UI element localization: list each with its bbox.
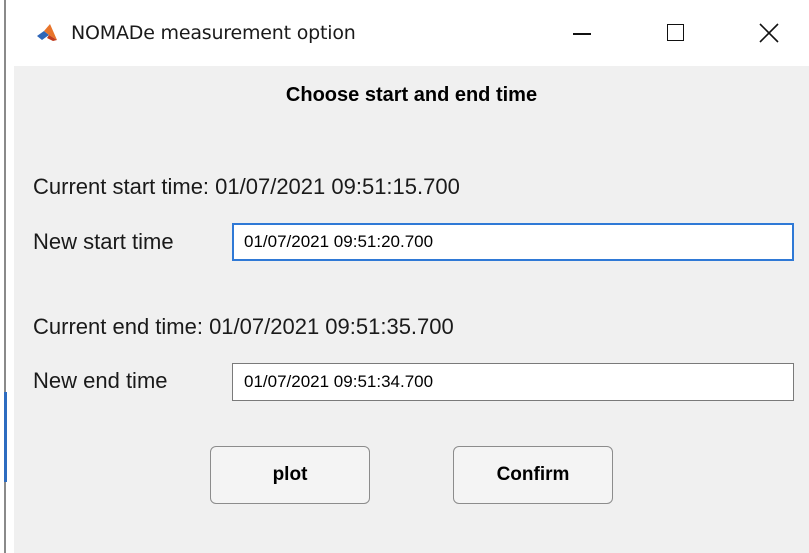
new-start-time-input[interactable]	[232, 223, 794, 261]
window-title: NOMADe measurement option	[71, 22, 356, 44]
plot-button[interactable]: plot	[210, 446, 370, 504]
background-window-accent	[4, 392, 7, 482]
dialog-heading: Choose start and end time	[285, 84, 538, 106]
current-start-time-text: Current start time: 01/07/2021 09:51:15.…	[33, 174, 460, 199]
new-end-time-input[interactable]	[232, 363, 794, 401]
background-window-edge	[0, 0, 14, 553]
new-start-time-label: New start time	[33, 229, 174, 254]
confirm-button[interactable]: Confirm	[453, 446, 613, 504]
maximize-icon	[667, 24, 684, 41]
matlab-logo-icon	[37, 24, 57, 41]
title-bar[interactable]: NOMADe measurement option	[14, 0, 809, 66]
current-end-time-text: Current end time: 01/07/2021 09:51:35.70…	[33, 314, 454, 339]
maximize-button[interactable]	[642, 0, 708, 66]
close-icon	[759, 23, 779, 43]
new-end-time-label: New end time	[33, 368, 168, 393]
minimize-button[interactable]	[549, 0, 615, 66]
minimize-icon	[573, 33, 591, 35]
dialog-window: NOMADe measurement option Choose start a…	[14, 0, 809, 553]
close-button[interactable]	[736, 0, 802, 66]
